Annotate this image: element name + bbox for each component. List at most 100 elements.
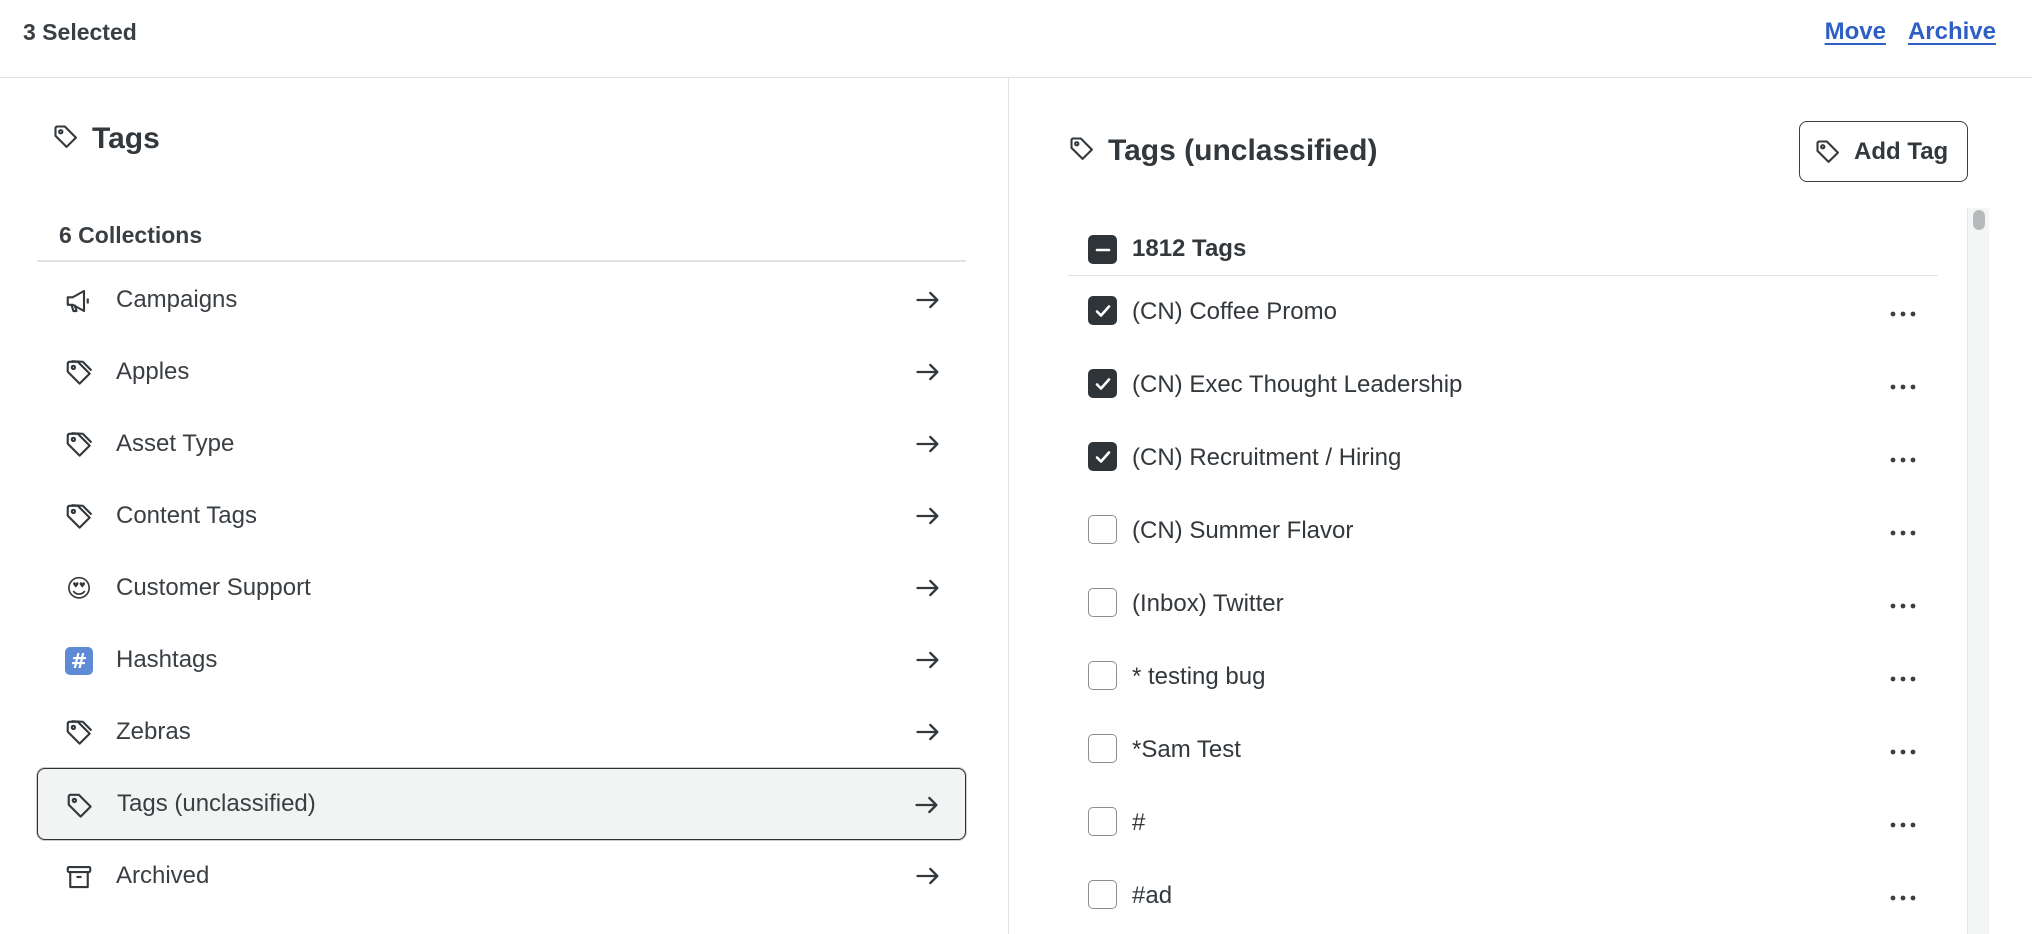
arrow-right-icon (915, 796, 938, 814)
tag-row: # (1068, 789, 1938, 862)
tag-checkbox[interactable] (1088, 369, 1117, 398)
more-options-icon[interactable] (1888, 450, 1918, 470)
tag-row: #ad (1068, 862, 1938, 934)
checkmark-icon (1095, 377, 1110, 390)
hash-icon: # (64, 646, 94, 676)
tag-checkbox[interactable] (1088, 296, 1117, 325)
arrow-right-icon (916, 291, 939, 309)
tag-row: (Inbox) Twitter (1068, 570, 1938, 643)
tag-row: *Sam Test (1068, 716, 1938, 789)
collection-title: Tags (unclassified) (1108, 134, 1378, 167)
more-options-icon[interactable] (1888, 888, 1918, 908)
tags-scrollbar[interactable] (1967, 208, 1989, 934)
tag-icon (64, 430, 94, 460)
tag-checkbox[interactable] (1088, 515, 1117, 544)
divider (37, 260, 966, 262)
collection-label: Apples (116, 358, 190, 385)
tag-checkbox[interactable] (1088, 588, 1117, 617)
collections-title: Tags (52, 122, 160, 156)
collection-item-tags-unclassified[interactable]: Tags (unclassified) (37, 768, 966, 840)
arrow-right-icon (916, 507, 939, 525)
arrow-right-icon (916, 651, 939, 669)
arrow-right-icon (916, 723, 939, 741)
tag-row: (CN) Recruitment / Hiring (1068, 424, 1938, 497)
tag-checkbox[interactable] (1088, 880, 1117, 909)
select-all-checkbox[interactable] (1088, 235, 1117, 264)
collection-item-campaigns[interactable]: Campaigns (37, 264, 966, 336)
more-options-icon[interactable] (1888, 669, 1918, 689)
collection-item-zebras[interactable]: Zebras (37, 696, 966, 768)
arrow-right-icon (916, 363, 939, 381)
collection-item-apples[interactable]: Apples (37, 336, 966, 408)
tags-count: 1812 Tags (1132, 235, 1247, 262)
collection-item-asset-type[interactable]: Asset Type (37, 408, 966, 480)
collection-label: Archived (116, 862, 210, 889)
tag-icon (1068, 135, 1096, 168)
collections-list: Campaigns Apples Asset Type Content Tags (37, 264, 966, 912)
collection-label: Tags (unclassified) (117, 790, 316, 817)
arrow-right-icon (916, 435, 939, 453)
tag-checkbox[interactable] (1088, 734, 1117, 763)
minus-icon (1095, 248, 1110, 251)
tag-checkbox[interactable] (1088, 442, 1117, 471)
tag-label: (CN) Coffee Promo (1132, 298, 1337, 325)
add-tag-label: Add Tag (1854, 137, 1949, 165)
arrow-right-icon (916, 579, 939, 597)
more-options-icon[interactable] (1888, 815, 1918, 835)
tag-row: (CN) Coffee Promo (1068, 278, 1938, 351)
heart-eyes-emoji-icon: 😍 (65, 574, 93, 603)
add-tag-button[interactable]: Add Tag (1799, 121, 1968, 182)
tag-label: * testing bug (1132, 663, 1266, 690)
tag-label: # (1132, 809, 1146, 836)
more-options-icon[interactable] (1888, 377, 1918, 397)
scrollbar-thumb[interactable] (1973, 210, 1985, 230)
tags-panel-title: Tags (unclassified) (1068, 134, 1378, 168)
collection-label: Campaigns (116, 286, 238, 313)
page-title: Tags (92, 122, 160, 155)
more-options-icon[interactable] (1888, 742, 1918, 762)
move-link[interactable]: Move (1825, 18, 1886, 46)
tag-icon (65, 791, 95, 821)
collections-panel: Tags 6 Collections Campaigns Apples Asse… (0, 78, 1009, 934)
arrow-right-icon (916, 867, 939, 885)
tag-label: (CN) Exec Thought Leadership (1132, 371, 1463, 398)
collection-item-content-tags[interactable]: Content Tags (37, 480, 966, 552)
more-options-icon[interactable] (1888, 596, 1918, 616)
selection-bar: 3 Selected Move Archive (0, 0, 2032, 78)
collection-label: Content Tags (116, 502, 257, 529)
more-options-icon[interactable] (1888, 523, 1918, 543)
tags-list-header: 1812 Tags (1068, 226, 1938, 276)
tag-icon (64, 358, 94, 388)
tag-icon (64, 502, 94, 532)
collection-item-customer-support[interactable]: 😍 Customer Support (37, 552, 966, 624)
collection-item-archived[interactable]: Archived (37, 840, 966, 912)
collections-count: 6 Collections (59, 222, 203, 248)
tag-icon (1816, 139, 1839, 163)
archive-link[interactable]: Archive (1908, 18, 1996, 46)
archive-box-icon (64, 862, 94, 892)
collection-label: Zebras (116, 718, 191, 745)
collection-label: Customer Support (116, 574, 311, 601)
checkmark-icon (1095, 304, 1110, 317)
tags-panel: Tags (unclassified) Add Tag 1812 Tags (C… (1010, 78, 2032, 934)
tag-icon (64, 718, 94, 748)
tag-label: *Sam Test (1132, 736, 1241, 763)
tag-label: (CN) Recruitment / Hiring (1132, 444, 1402, 471)
tag-label: #ad (1132, 882, 1173, 909)
megaphone-icon (64, 286, 94, 316)
collection-label: Asset Type (116, 430, 235, 457)
tag-row: (CN) Summer Flavor (1068, 497, 1938, 570)
collection-item-hashtags[interactable]: # Hashtags (37, 624, 966, 696)
collection-label: Hashtags (116, 646, 218, 673)
tag-icon (52, 123, 80, 156)
tag-checkbox[interactable] (1088, 661, 1117, 690)
tag-label: (CN) Summer Flavor (1132, 517, 1354, 544)
tags-list: (CN) Coffee Promo (CN) Exec Thought Lead… (1068, 278, 1938, 934)
selected-count: 3 Selected (23, 19, 137, 45)
tag-checkbox[interactable] (1088, 807, 1117, 836)
tag-label: (Inbox) Twitter (1132, 590, 1284, 617)
checkmark-icon (1095, 450, 1110, 463)
bulk-actions: Move Archive (1825, 18, 1996, 46)
tag-row: * testing bug (1068, 643, 1938, 716)
more-options-icon[interactable] (1888, 304, 1918, 324)
